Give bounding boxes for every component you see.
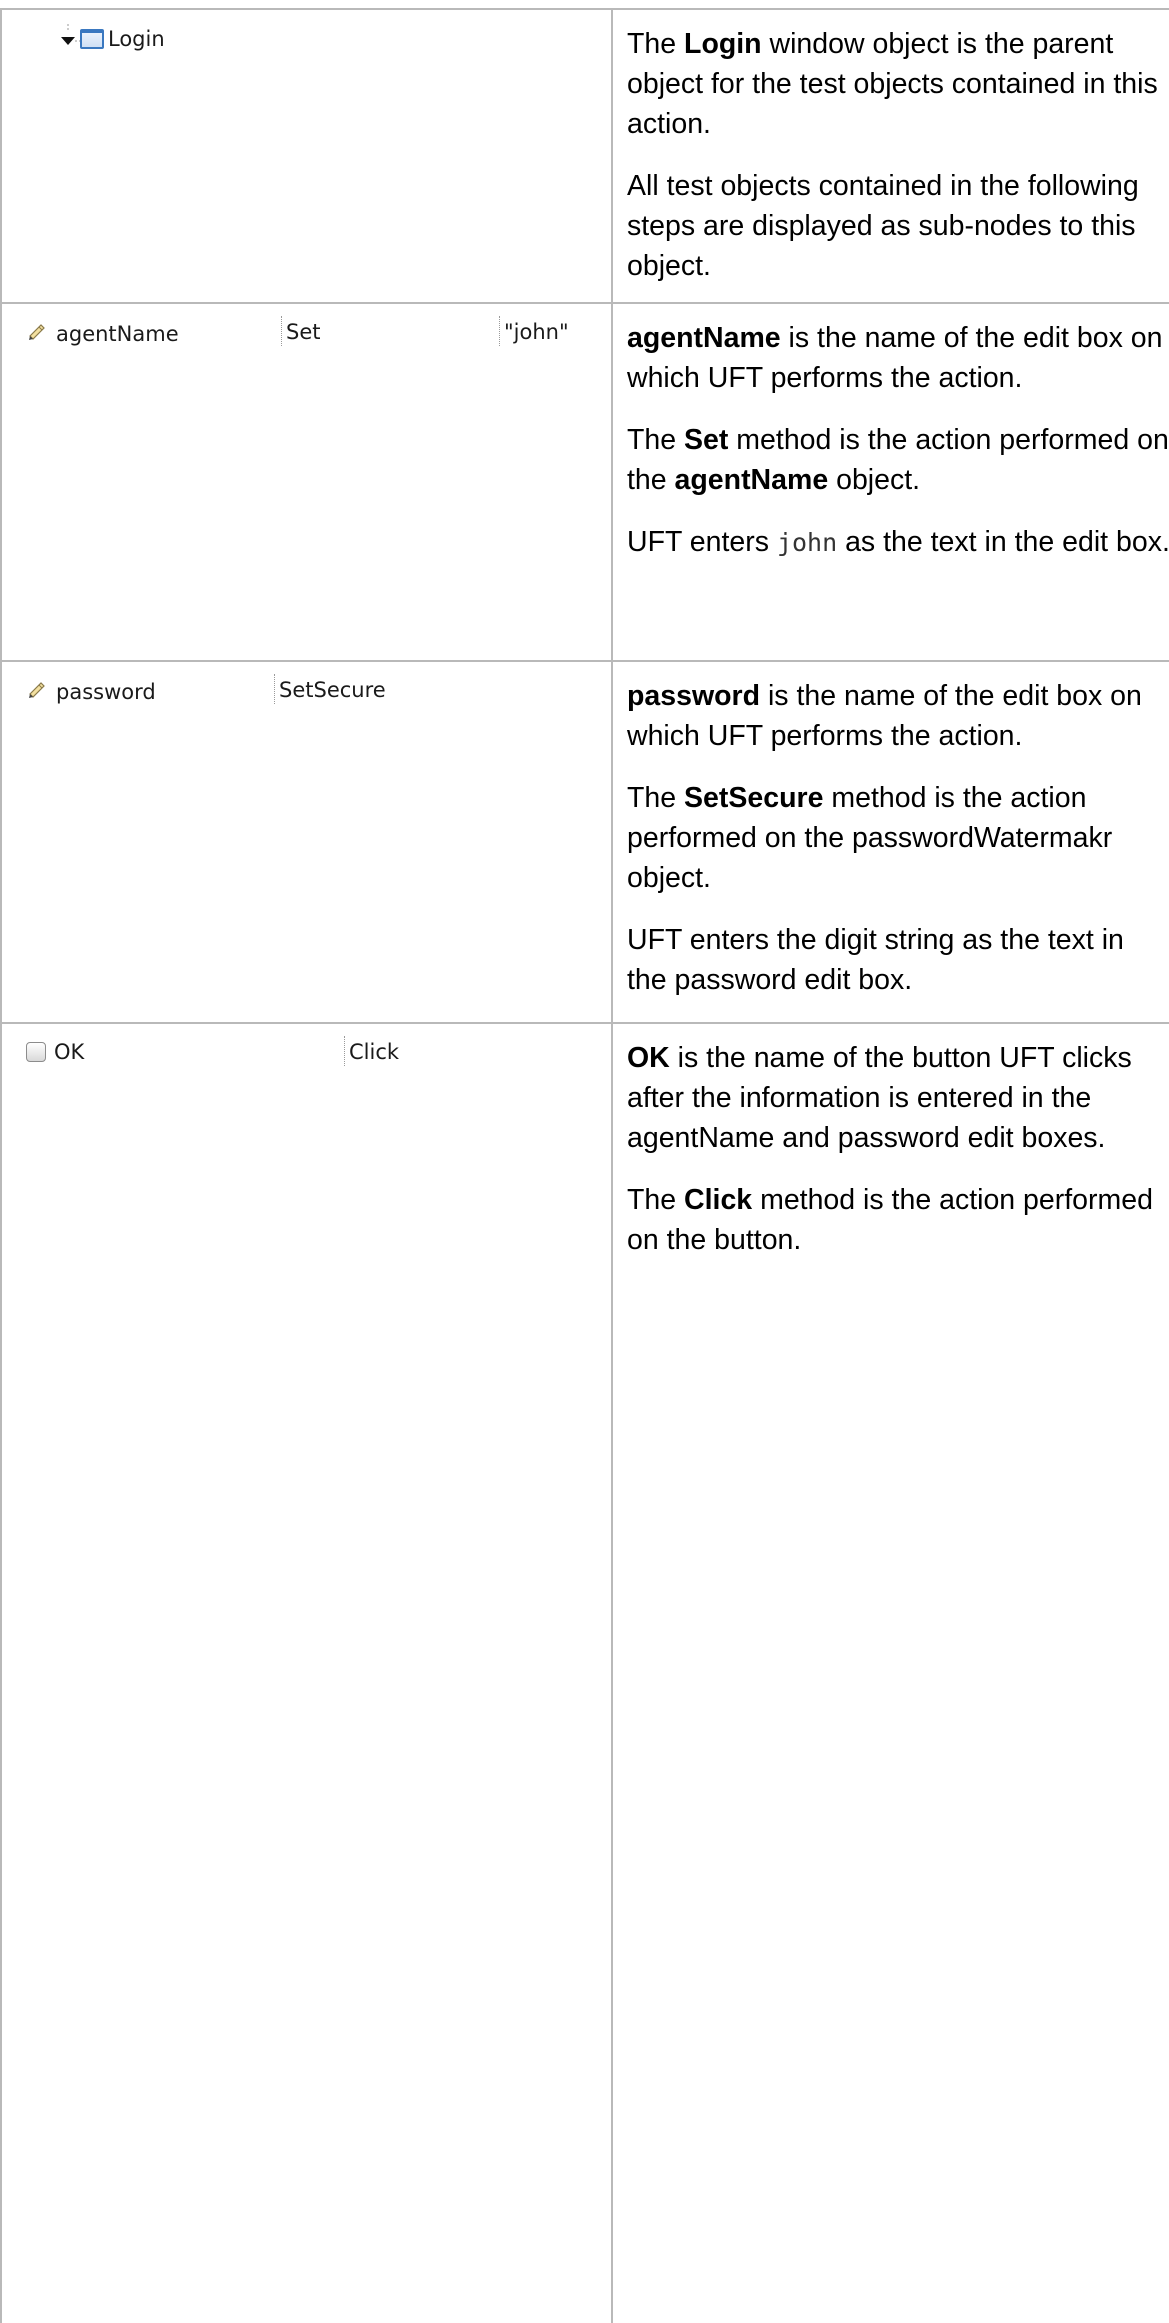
keyword-view-step: Login [2, 10, 611, 70]
table-row: password SetSecure password is the name … [0, 660, 1169, 1024]
steps-table: Login The Login window object is the par… [0, 8, 1169, 2323]
pencil-icon [26, 320, 48, 347]
step-description-cell: The Login window object is the parent ob… [611, 8, 1169, 304]
description-paragraph: OK is the name of the button UFT clicks … [627, 1042, 1132, 1154]
table-row: OK Click OK is the name of the button UF… [0, 1022, 1169, 2323]
step-description-cell: agentName is the name of the edit box on… [611, 302, 1169, 662]
step-operation: SetSecure [279, 678, 386, 702]
description-paragraph: The Set method is the action performed o… [627, 424, 1169, 496]
description-paragraph: UFT enters john as the text in the edit … [627, 526, 1169, 558]
column-divider [499, 316, 500, 346]
step-object-name: agentName [56, 321, 179, 346]
step-item: Login [58, 24, 165, 54]
keyword-view-step: OK Click [2, 1024, 611, 1084]
step-item: OK [26, 1040, 84, 1064]
step-object-name: password [56, 679, 156, 704]
description-paragraph: All test objects contained in the follow… [627, 170, 1139, 282]
step-value: "john" [504, 320, 569, 344]
step-description-cell: password is the name of the edit box on … [611, 660, 1169, 1024]
pencil-icon [26, 678, 48, 705]
table-row: Login The Login window object is the par… [0, 8, 1169, 304]
step-object-name: Login [108, 27, 165, 51]
step-screenshot-cell: password SetSecure [0, 660, 612, 1024]
step-screenshot-cell: agentName Set "john" [0, 302, 612, 662]
description-paragraph: UFT enters the digit string as the text … [627, 924, 1124, 996]
step-item: password [26, 678, 156, 705]
table-row: agentName Set "john" agentName is the na… [0, 302, 1169, 662]
description-paragraph: password is the name of the edit box on … [627, 680, 1142, 752]
column-divider [281, 316, 282, 346]
keyword-view-step: password SetSecure [2, 662, 611, 722]
description-paragraph: The Login window object is the parent ob… [627, 28, 1158, 140]
description-paragraph: The SetSecure method is the action perfo… [627, 782, 1113, 894]
step-screenshot-cell: OK Click [0, 1022, 612, 2323]
step-screenshot-cell: Login [0, 8, 612, 304]
window-icon [80, 29, 104, 49]
step-object-name: OK [54, 1040, 85, 1064]
step-description-cell: OK is the name of the button UFT clicks … [611, 1022, 1169, 2323]
step-operation: Click [349, 1040, 400, 1064]
expand-arrow-icon [58, 24, 80, 54]
button-icon [26, 1042, 46, 1062]
description-paragraph: agentName is the name of the edit box on… [627, 322, 1163, 394]
step-operation: Set [286, 320, 321, 344]
keyword-view-step: agentName Set "john" [2, 304, 611, 364]
step-item: agentName [26, 320, 179, 347]
code-text: john [776, 528, 838, 557]
column-divider [344, 1036, 345, 1066]
column-divider [274, 674, 275, 704]
description-paragraph: The Click method is the action performed… [627, 1184, 1153, 1256]
